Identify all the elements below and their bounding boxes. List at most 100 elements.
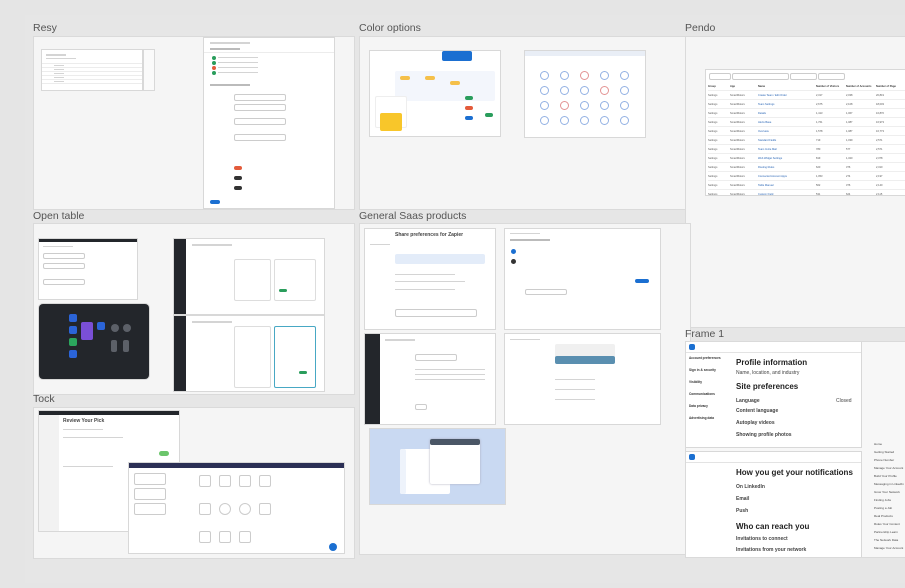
pendo-cell: 577 — [846, 147, 851, 151]
help-side-item[interactable]: Messaging in LinkedIn — [874, 482, 905, 490]
tock-floorplan-thumb[interactable] — [129, 463, 344, 553]
autoplay-label[interactable]: Autoplay videos — [736, 420, 775, 426]
pendo-cell: 376 — [846, 165, 851, 169]
pendo-column-header: Name — [758, 84, 766, 88]
pendo-cell[interactable]: Team Settings — [758, 103, 816, 106]
pendo-table-row[interactable]: Settings SmartMotors Team Invite Mail 780 57… — [708, 145, 905, 154]
saas-integration-thumb[interactable] — [505, 229, 660, 329]
pendo-table-row[interactable]: Settings SmartMotors Details 1,413 1,067 16,8… — [708, 109, 905, 118]
saas-profile-thumb[interactable] — [505, 334, 660, 424]
linkedin-nav-item[interactable]: Sign in & security — [689, 368, 729, 380]
color-calendar-thumb[interactable] — [370, 51, 500, 136]
help-side-item[interactable]: The Network Data — [874, 538, 905, 546]
pendo-cell: 1,067 — [846, 111, 853, 115]
pendo-table-row[interactable]: Settings SmartMotors Routing Rules 620 376 2,… — [708, 163, 905, 172]
help-side-item[interactable]: Real Products — [874, 514, 905, 522]
pendo-table-row[interactable]: Settings SmartMotors Table Manual 562 376 2,1… — [708, 181, 905, 190]
pendo-cell[interactable]: Standard Fields — [758, 139, 816, 142]
pendo-table-row[interactable]: Settings SmartMotors Connected Account App… — [708, 172, 905, 181]
pendo-cell: Settings — [708, 192, 718, 196]
help-side-item[interactable]: Manage Your Account — [874, 546, 905, 554]
pendo-cell: 1,039 — [846, 138, 853, 142]
help-side-item[interactable]: Build Your Profile — [874, 474, 905, 482]
saas-dialog-title: Share preferences for Zapier — [395, 232, 464, 238]
saas-stacked-thumb[interactable] — [370, 429, 505, 504]
opentable-admin-thumb-2[interactable] — [174, 316, 324, 391]
help-side-item[interactable]: Phone Number — [874, 458, 905, 466]
pendo-cell: 2,197 — [876, 174, 883, 178]
opentable-form-thumb[interactable] — [39, 239, 137, 299]
pendo-cell[interactable]: Team Invite Mail — [758, 148, 816, 151]
pendo-cell: 1,413 — [816, 111, 823, 115]
pendo-cell[interactable]: Overview — [758, 130, 816, 133]
pendo-cell: 1,087 — [846, 129, 853, 133]
pendo-cell[interactable]: Custom Field — [758, 193, 816, 196]
push-label[interactable]: Push — [736, 508, 748, 514]
pendo-cell[interactable]: Connected Account Apps — [758, 175, 816, 178]
pendo-table-header: Group App Name Number of Visitors Number of … — [708, 82, 905, 91]
linkedin-nav-item[interactable]: Visibility — [689, 380, 729, 392]
opentable-admin-thumb[interactable] — [174, 239, 324, 314]
saas-dialog-thumb[interactable]: Share preferences for Zapier — [365, 229, 495, 329]
resy-settings-thumb[interactable] — [204, 38, 334, 208]
help-side-item[interactable]: Posting a Job — [874, 506, 905, 514]
invitations-network-label[interactable]: Invitations from your network — [736, 547, 806, 553]
pendo-cell: SmartMotors — [730, 147, 745, 151]
pendo-table-row[interactable]: Settings SmartMotors Alerts Base 1,761 1,087… — [708, 118, 905, 127]
pendo-cell: Settings — [708, 93, 718, 97]
showing-photos-label[interactable]: Showing profile photos — [736, 432, 792, 438]
pendo-cell: SmartMotors — [730, 138, 745, 142]
pendo-cell: Settings — [708, 174, 718, 178]
help-side-item[interactable]: Partnership Learn — [874, 530, 905, 538]
content-language-label[interactable]: Content language — [736, 408, 778, 414]
pendo-table-thumb[interactable]: Group App Name Number of Visitors Number of … — [706, 70, 905, 195]
help-side-item[interactable]: Rules Your Content — [874, 522, 905, 530]
pendo-table-row[interactable]: Settings SmartMotors Team Settings 2,675 2,1… — [708, 100, 905, 109]
language-label[interactable]: Language — [736, 398, 760, 404]
pendo-cell: 16,973 — [876, 120, 884, 124]
linkedin-settings-thumb-2[interactable]: How you get your notifications On Linked… — [686, 452, 861, 557]
linkedin-nav-item[interactable]: Data privacy — [689, 404, 729, 416]
help-side-item[interactable]: Grow Your Network — [874, 490, 905, 498]
linkedin-nav-item[interactable]: Communications — [689, 392, 729, 404]
help-side-item[interactable]: Finding Jobs — [874, 498, 905, 506]
pendo-cell[interactable]: Create Team / Edit Order — [758, 94, 816, 97]
pendo-data-table: Group App Name Number of Visitors Number of … — [708, 82, 905, 195]
pendo-table-row[interactable]: Settings SmartMotors Standard Fields 719 1,0… — [708, 136, 905, 145]
linkedin-nav-item[interactable]: Advertising data — [689, 416, 729, 428]
section-title-open-table: Open table — [33, 210, 85, 222]
help-side-item[interactable]: Getting Started — [874, 450, 905, 458]
pendo-cell: 2,038 — [846, 93, 853, 97]
pendo-cell: SmartMotors — [730, 129, 745, 133]
pendo-cell[interactable]: Web Widget Settings — [758, 157, 816, 160]
section-title-tock: Tock — [33, 393, 55, 405]
pendo-cell[interactable]: Details — [758, 112, 816, 115]
help-side-item[interactable]: Home — [874, 442, 905, 450]
pendo-cell: 1,087 — [846, 120, 853, 124]
on-linkedin-label[interactable]: On LinkedIn — [736, 484, 765, 490]
linkedin-settings-thumb-1[interactable]: Account preferences Sign in & security Vis… — [686, 342, 861, 447]
pendo-cell: Settings — [708, 147, 718, 151]
section-title-general-saas: General Saas products — [359, 210, 467, 222]
pendo-cell: SmartMotors — [730, 120, 745, 124]
pendo-table-row[interactable]: Settings SmartMotors Create Team / Edit Or… — [708, 91, 905, 100]
pendo-cell[interactable]: Routing Rules — [758, 166, 816, 169]
pendo-cell: 1,320 — [846, 156, 853, 160]
opentable-tablet-thumb[interactable] — [39, 304, 149, 379]
linkedin-nav-item[interactable]: Account preferences — [689, 356, 729, 368]
pendo-cell: 2,317 — [816, 93, 823, 97]
saas-settings-thumb[interactable] — [365, 334, 495, 424]
resy-table-thumb[interactable] — [42, 50, 142, 90]
pendo-table-row[interactable]: Settings SmartMotors Web Widget Settings 81… — [708, 154, 905, 163]
help-side-item[interactable]: Manage Your Account — [874, 466, 905, 474]
pendo-cell: SmartMotors — [730, 156, 745, 160]
pendo-cell[interactable]: Alerts Base — [758, 121, 816, 124]
pendo-cell[interactable]: Table Manual — [758, 184, 816, 187]
invitations-label[interactable]: Invitations to connect — [736, 536, 788, 542]
color-grid-thumb[interactable] — [525, 51, 645, 137]
pendo-cell: 2,310 — [876, 165, 883, 169]
pendo-table-row[interactable]: Settings SmartMotors Custom Field 531 624 2,1… — [708, 190, 905, 196]
pendo-column-header: Number of Visitors — [816, 84, 840, 88]
pendo-table-row[interactable]: Settings SmartMotors Overview 1,578 1,087 16,… — [708, 127, 905, 136]
email-label[interactable]: Email — [736, 496, 749, 502]
